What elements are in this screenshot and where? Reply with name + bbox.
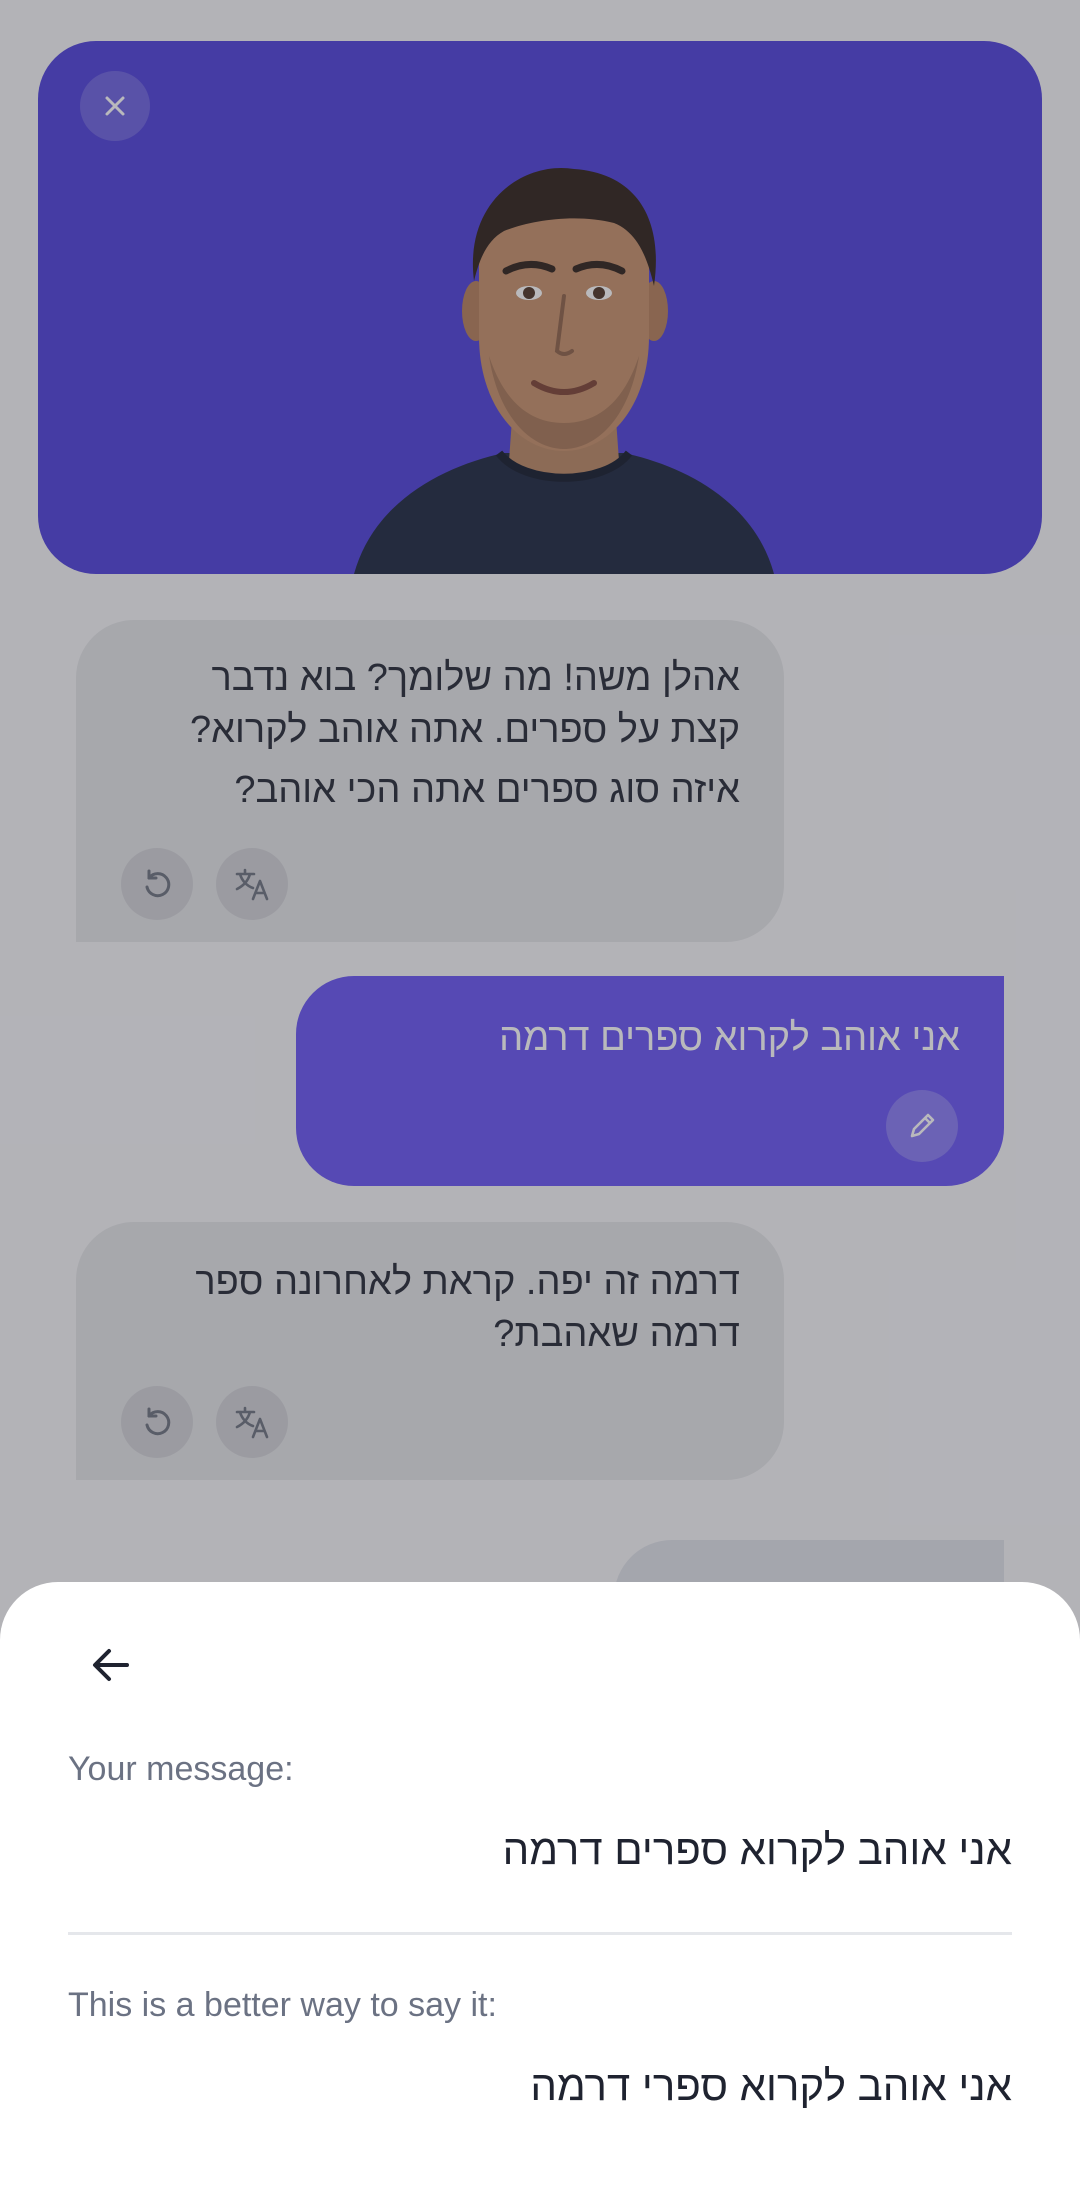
correction-sheet: Your message: אני אוהב לקרוא ספרים דרמה … (0, 1582, 1080, 2194)
better-way-label: This is a better way to say it: (68, 1986, 497, 2024)
better-way-text: אני אוהב לקרוא ספרי דרמה (530, 2062, 1012, 2109)
divider (68, 1932, 1012, 1935)
arrow-left-icon (93, 1649, 129, 1681)
your-message-label: Your message: (68, 1750, 294, 1788)
your-message-text: אני אוהב לקרוא ספרים דרמה (502, 1826, 1012, 1873)
back-button[interactable] (76, 1630, 146, 1700)
